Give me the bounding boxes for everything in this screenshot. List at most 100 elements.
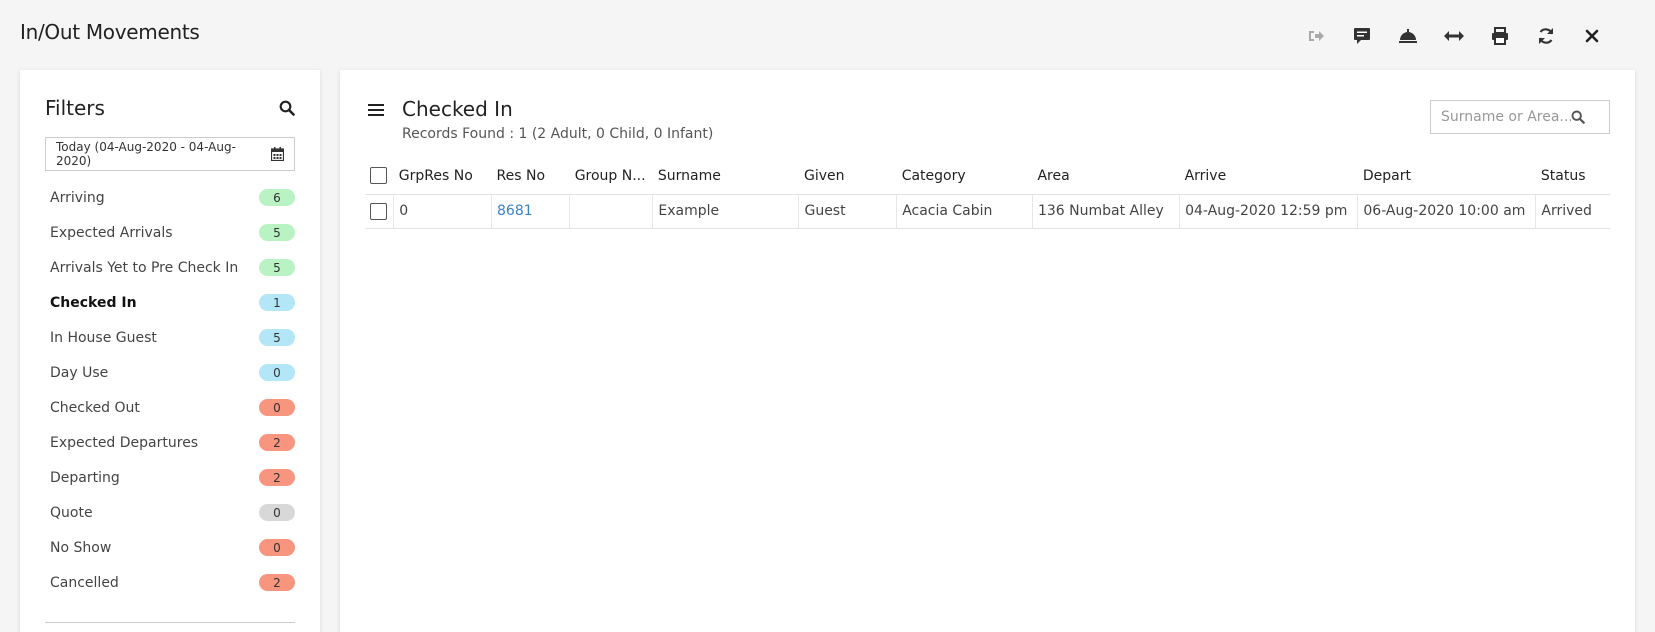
filter-item-label: Departing: [50, 469, 120, 486]
search-box[interactable]: [1430, 100, 1610, 134]
date-range-value: Today (04-Aug-2020 - 04-Aug-2020): [56, 140, 236, 168]
column-header[interactable]: Area: [1032, 158, 1180, 195]
close-button[interactable]: [1569, 22, 1615, 50]
cell-value: Guest: [804, 203, 846, 219]
table-cell: 04-Aug-2020 12:59 pm: [1179, 194, 1359, 229]
sign-out-icon: [1309, 31, 1324, 41]
filter-item[interactable]: Arrivals Yet to Pre Check In 5: [50, 250, 295, 285]
table-cell: Arrived: [1535, 194, 1610, 229]
filter-item-label: Expected Arrivals: [50, 224, 173, 241]
calendar-icon: [271, 147, 284, 161]
filter-item-label: Quote: [50, 504, 93, 521]
records-found: Records Found : 1 (2 Adult, 0 Child, 0 I…: [402, 126, 714, 142]
comment-icon: [1354, 28, 1370, 44]
table-cell: 0: [393, 194, 493, 229]
menu-icon[interactable]: [368, 103, 384, 117]
cell-value: 136 Numbat Alley: [1037, 203, 1164, 219]
cell-value: 04-Aug-2020 12:59 pm: [1185, 203, 1348, 219]
filter-item[interactable]: Expected Departures 2: [50, 425, 295, 460]
filter-item-label: Arrivals Yet to Pre Check In: [50, 259, 239, 276]
comment-button[interactable]: [1339, 22, 1385, 50]
count-badge: 5: [259, 259, 295, 276]
row-checkbox[interactable]: [370, 202, 387, 220]
column-header[interactable]: GrpRes No: [393, 158, 492, 195]
filter-item[interactable]: Checked Out 0: [50, 390, 295, 425]
res-no-link[interactable]: 8681: [497, 203, 533, 219]
expand-button[interactable]: [1431, 22, 1477, 50]
cell-value: Acacia Cabin: [902, 203, 993, 219]
cell-value: 06-Aug-2020 10:00 am: [1363, 203, 1526, 219]
filter-item-label: Checked In: [50, 294, 137, 311]
table-body: 0 8681 Example Guest Acacia Cabin 136 Numbat …: [365, 194, 1610, 229]
filter-item-label: No Show: [50, 539, 112, 556]
count-badge: 5: [259, 329, 295, 346]
main-panel: Checked In Records Found : 1 (2 Adult, 0…: [340, 70, 1635, 632]
filter-item[interactable]: Day Use 0: [50, 355, 295, 390]
filter-item[interactable]: No Show 0: [50, 530, 295, 565]
column-header[interactable]: Arrive: [1179, 158, 1358, 195]
table-cell: 136 Numbat Alley: [1032, 194, 1181, 229]
count-badge: 6: [259, 189, 295, 206]
filter-item-label: Day Use: [50, 364, 109, 381]
count-badge: 2: [259, 434, 295, 451]
bell-icon: [1399, 29, 1417, 43]
table-cell: Guest: [798, 194, 898, 229]
cell-value: Example: [658, 203, 720, 219]
filter-item-label: Checked Out: [50, 399, 140, 416]
select-all-checkbox[interactable]: [370, 167, 387, 185]
sign-out-button[interactable]: [1293, 22, 1339, 50]
cell-value: Arrived: [1541, 203, 1592, 219]
filter-item[interactable]: Expected Arrivals 5: [50, 215, 295, 250]
table-cell: 8681: [491, 194, 571, 229]
row-select-cell: [365, 194, 395, 229]
filter-item[interactable]: Departing 2: [50, 460, 295, 495]
page-title: In/Out Movements: [20, 20, 200, 44]
print-button[interactable]: [1477, 22, 1523, 50]
count-badge: 1: [259, 294, 295, 311]
bell-button[interactable]: [1385, 22, 1431, 50]
count-badge: 0: [259, 504, 295, 521]
count-badge: 5: [259, 224, 295, 241]
table-row[interactable]: 0 8681 Example Guest Acacia Cabin 136 Numbat …: [365, 194, 1610, 229]
count-badge: 2: [259, 574, 295, 591]
refresh-icon: [1538, 28, 1554, 44]
filter-item[interactable]: Quote 0: [50, 495, 295, 530]
filters-title: Filters: [45, 96, 105, 120]
column-header[interactable]: Res No: [491, 158, 570, 195]
section-title: Checked In: [402, 97, 513, 121]
divider: [45, 622, 295, 623]
table-cell: 06-Aug-2020 10:00 am: [1357, 194, 1537, 229]
table-cell: [569, 194, 654, 229]
select-all-cell: [365, 158, 394, 195]
search-icon[interactable]: [279, 100, 295, 116]
print-icon: [1492, 27, 1508, 45]
refresh-button[interactable]: [1523, 22, 1569, 50]
column-header[interactable]: Category: [896, 158, 1033, 195]
expand-icon: [1444, 31, 1464, 41]
filter-list: Arriving 6 Expected Arrivals 5 Arrivals Yet …: [50, 180, 295, 600]
filter-item[interactable]: Arriving 6: [50, 180, 295, 215]
count-badge: 0: [259, 364, 295, 381]
column-header[interactable]: Surname: [652, 158, 799, 195]
date-range-field[interactable]: Today (04-Aug-2020 - 04-Aug-2020): [45, 137, 295, 171]
filter-item[interactable]: In House Guest 5: [50, 320, 295, 355]
column-header[interactable]: Status: [1535, 158, 1610, 195]
filters-header: Filters: [45, 96, 295, 120]
search-icon[interactable]: [1571, 110, 1585, 124]
table-header-row: GrpRes No Res No Group N... Surname Given Cat…: [365, 158, 1610, 195]
column-header[interactable]: Depart: [1357, 158, 1536, 195]
table-cell: Example: [652, 194, 800, 229]
cell-value: 0: [399, 203, 409, 219]
column-header[interactable]: Given: [798, 158, 897, 195]
search-input[interactable]: [1441, 109, 1571, 125]
filter-item-label: Cancelled: [50, 574, 119, 591]
column-header[interactable]: Group N...: [569, 158, 653, 195]
filter-item[interactable]: Checked In 1: [50, 285, 295, 320]
count-badge: 0: [259, 539, 295, 556]
filter-item-label: In House Guest: [50, 329, 157, 346]
filters-panel: Filters Today (04-Aug-2020 - 04-Aug-2020…: [20, 70, 320, 632]
filter-item[interactable]: Cancelled 2: [50, 565, 295, 600]
filter-item-label: Expected Departures: [50, 434, 199, 451]
count-badge: 0: [259, 399, 295, 416]
table-cell: Acacia Cabin: [896, 194, 1033, 229]
